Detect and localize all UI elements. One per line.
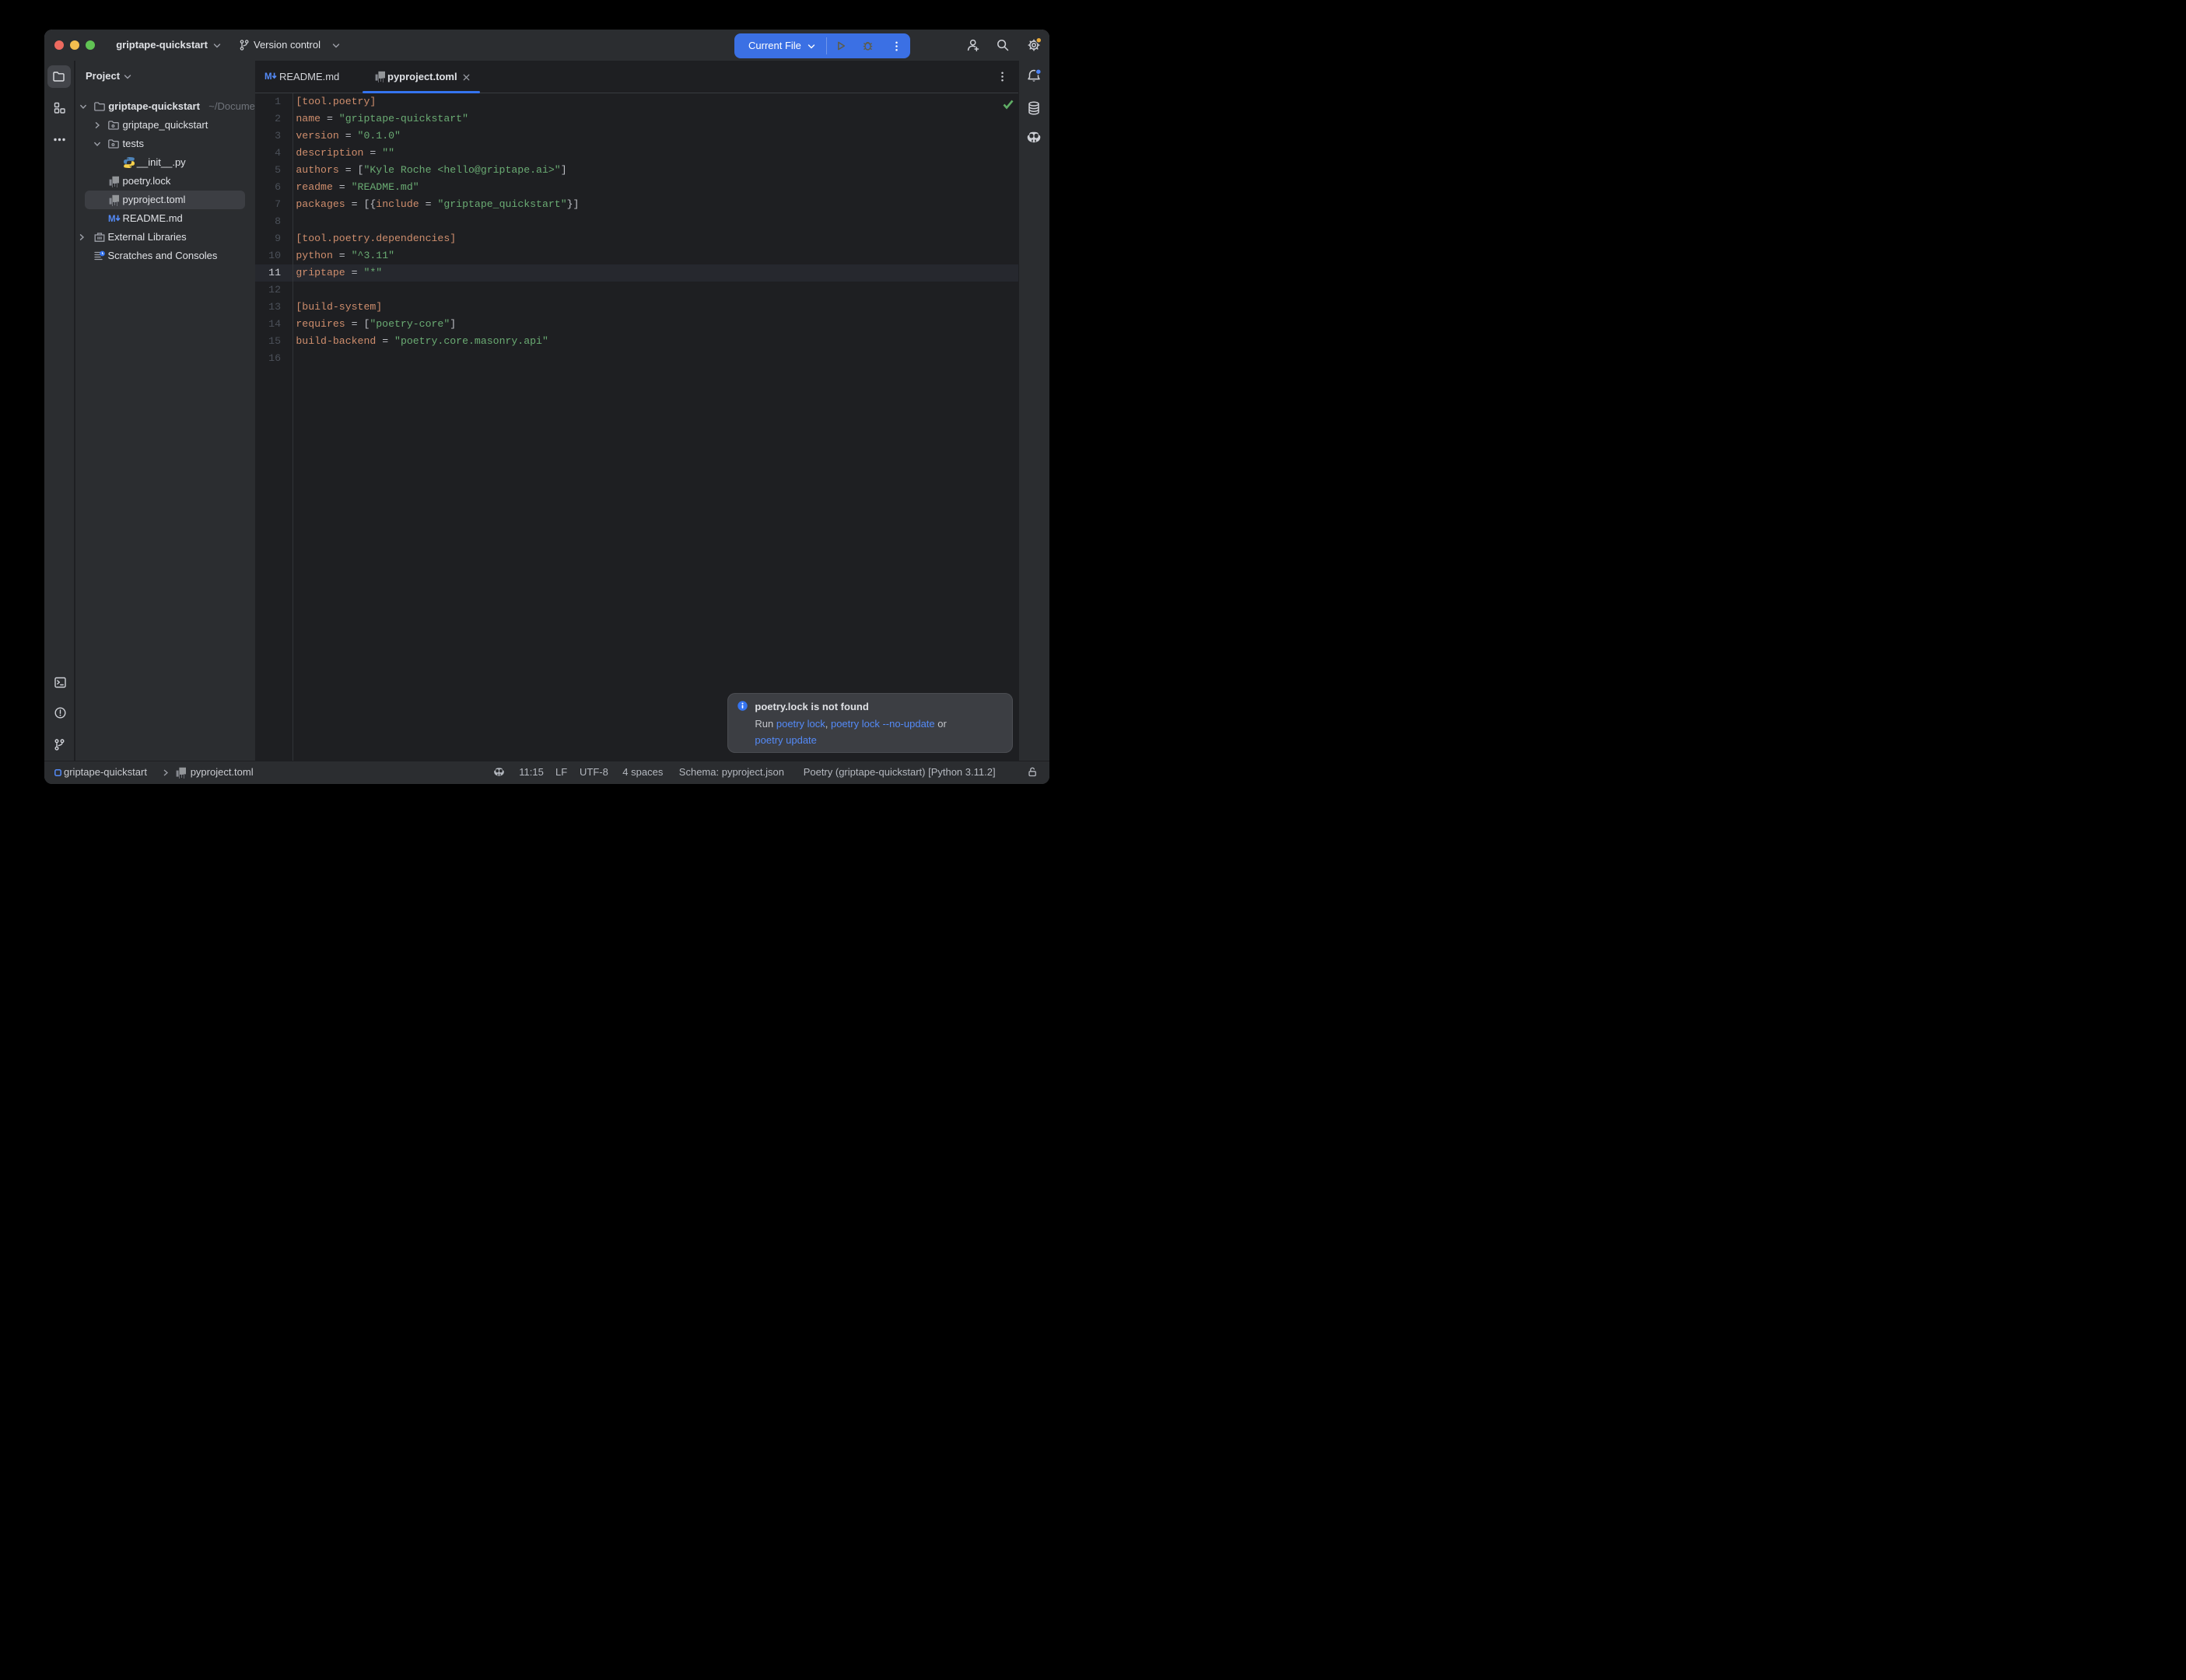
svg-text:[T]: [T] bbox=[179, 774, 184, 779]
svg-text:[T]: [T] bbox=[378, 78, 384, 82]
svg-text:M: M bbox=[264, 72, 272, 82]
svg-text:[T]: [T] bbox=[112, 201, 117, 206]
svg-text:M: M bbox=[108, 215, 116, 224]
svg-text:[T]: [T] bbox=[112, 183, 117, 187]
